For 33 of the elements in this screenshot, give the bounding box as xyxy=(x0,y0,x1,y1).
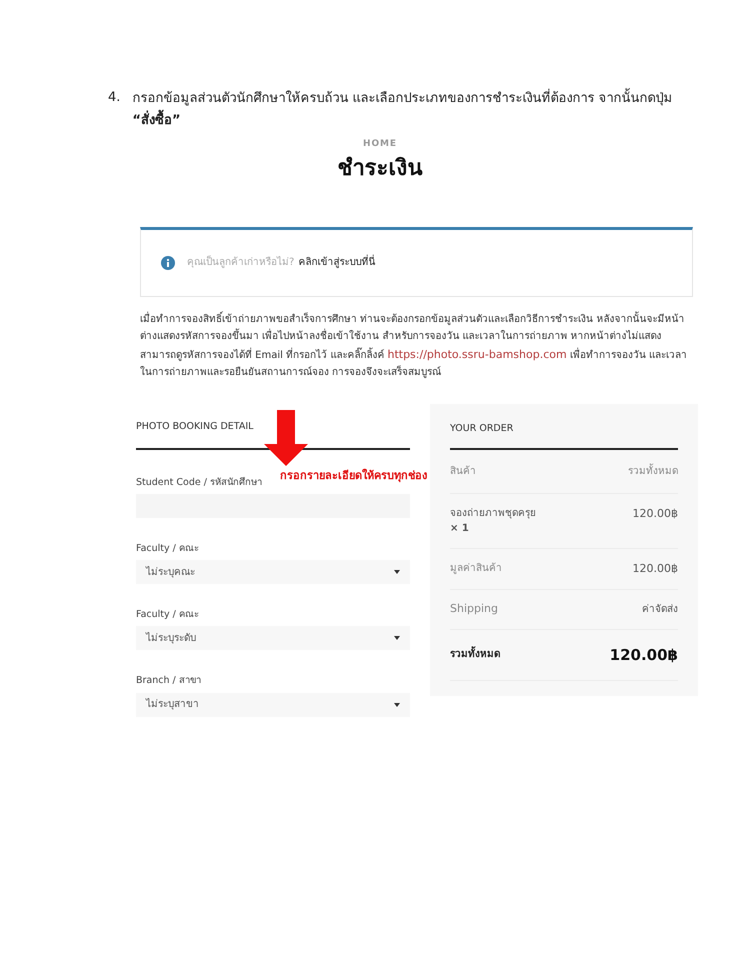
dropdown-caret-icon xyxy=(394,570,400,574)
step-instruction: กรอกข้อมูลส่วนตัวนักศึกษาให้ครบถ้วน และเลือกประเภทของการชำระเงินที่ต้องการ จากนั้นกดปุ่ม xyxy=(132,88,673,110)
item-price: 120.00฿ xyxy=(632,506,678,522)
shipping-value: ค่าจัดส่ง xyxy=(642,602,678,617)
step-number: 4. xyxy=(108,89,120,107)
column-header: รวมทั้งหมด xyxy=(628,464,678,478)
select-field[interactable]: ไม่ระบุคณะ xyxy=(136,560,410,584)
step-emphasis: “สั่งซื้อ” xyxy=(132,110,180,132)
order-heading: YOUR ORDER xyxy=(450,422,514,436)
field-label: Student Code / รหัสนักศึกษา xyxy=(136,476,262,490)
field-label: Branch / สาขา xyxy=(136,674,201,688)
select-field[interactable]: ไม่ระบุสาขา xyxy=(136,692,410,716)
subtotal-label: มูลค่าสินค้า xyxy=(450,562,502,576)
dropdown-caret-icon xyxy=(394,636,400,640)
field-label: Faculty / คณะ xyxy=(136,542,199,556)
annotation-note: กรอกรายละเอียดให้ครบทุกช่อง xyxy=(280,468,427,484)
dropdown-caret-icon xyxy=(394,702,400,706)
subtotal-value: 120.00฿ xyxy=(632,560,678,576)
notice-text: คุณเป็นลูกค้าเก่าหรือไม่? xyxy=(187,255,294,270)
column-header: สินค้า xyxy=(450,464,476,478)
login-link[interactable]: คลิกเข้าสู่ระบบที่นี่ xyxy=(298,255,376,270)
info-icon xyxy=(161,256,175,270)
intro-paragraph: เมื่อทำการจองสิทธิ์เข้าถ่ายภาพขอสำเร็จการศึกษา ท่านจะต้องกรอกข้อมูลส่วนตัวและเลือกวิธีการชำระเงิน หลังจากนั้นจะมีหน้าต่างแสดงรหัสการจองขึ้นมา เพื่อไปหน้าลงชื่อเข้าใช้งาน สำหรับการจองวัน และเวลาในการถ่ายภาพ หากหน้าต่างไม่แสดง สามารถดูรหัสการจองได้ที่ Email ที่กรอกไว้ และคลิ๊กลิ้งค์ https://photo.ssru-bamshop.com เพื่อทำการจองวัน และเวลาในการถ่ายภาพและรอยืนยันสถานการณ์จอง การจองจึงจะเสร็จสมบูรณ์ xyxy=(140,310,693,382)
select-field[interactable]: ไม่ระบุระดับ xyxy=(136,626,410,650)
total-label: รวมทั้งหมด xyxy=(450,647,500,662)
page-title: ชำระเงิน xyxy=(338,154,422,182)
site-link[interactable]: https://photo.ssru-bamshop.com xyxy=(387,348,567,360)
arrow-annotation-icon xyxy=(264,410,308,466)
field-label: Faculty / คณะ xyxy=(136,608,199,622)
shipping-label: Shipping xyxy=(450,601,498,617)
section-heading: PHOTO BOOKING DETAIL xyxy=(136,420,254,434)
item-name: จองถ่ายภาพชุดครุย × 1 xyxy=(450,506,537,536)
total-value: 120.00฿ xyxy=(610,644,678,666)
